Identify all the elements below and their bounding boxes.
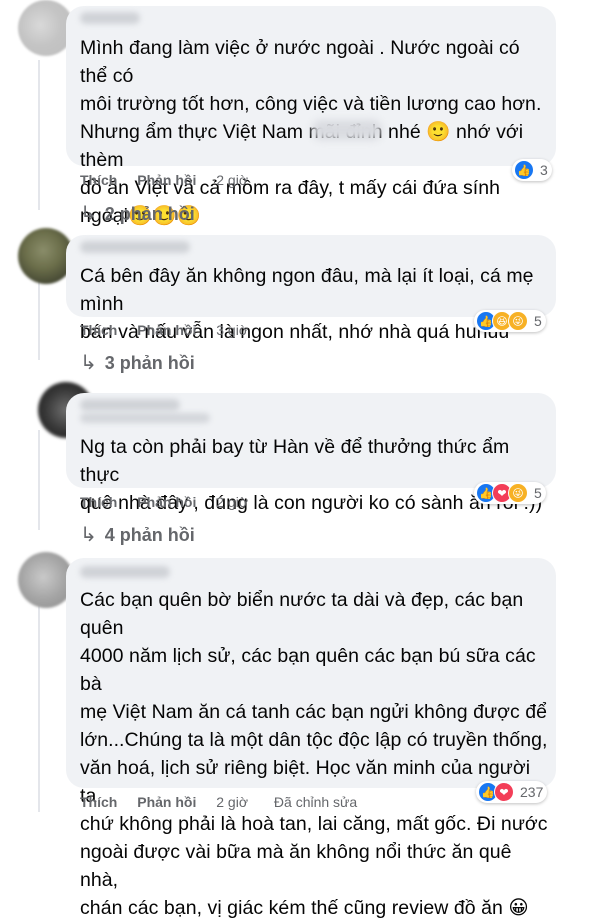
comment-time[interactable]: 2 giờ [216, 172, 248, 188]
comment-actions: Thích Phản hồi 3 giờ [80, 322, 264, 338]
reaction-count: 5 [534, 485, 542, 501]
blurred-text [312, 120, 382, 140]
reaction-summary[interactable]: 👍 ❤ 237 [476, 781, 548, 803]
reply-button[interactable]: Phản hồi [137, 322, 196, 338]
haha-reaction-icon: 😜 [508, 483, 528, 503]
commenter-subtitle [80, 413, 210, 423]
comment-bubble: Các bạn quên bờ biển nước ta dài và đẹp,… [66, 558, 556, 919]
reaction-count: 5 [534, 313, 542, 329]
view-replies-link[interactable]: ↳ 2 phản hồi [80, 201, 195, 226]
comment-time[interactable]: 2 giờ [216, 794, 248, 810]
comment-actions: Thích Phản hồi 2 giờ Đã chỉnh sửa [80, 794, 373, 810]
reply-button[interactable]: Phản hồi [137, 794, 196, 810]
reaction-summary[interactable]: 👍 😆 😜 5 [474, 310, 546, 332]
comment-time[interactable]: 2 giờ [216, 494, 248, 510]
comment-bubble: Ng ta còn phải bay từ Hàn về để thưởng t… [66, 393, 556, 514]
comment-time[interactable]: 3 giờ [216, 322, 248, 338]
thread-line [38, 60, 40, 210]
like-button[interactable]: Thích [80, 172, 117, 188]
like-reaction-icon: 👍 [514, 160, 534, 180]
reaction-count: 237 [520, 784, 544, 800]
thread-line [38, 430, 40, 530]
comment-actions: Thích Phản hồi 2 giờ [80, 494, 264, 510]
reaction-summary[interactable]: 👍 ❤ 😜 5 [474, 482, 546, 504]
reaction-count: 3 [540, 162, 548, 178]
reply-arrow-icon: ↳ [80, 203, 97, 225]
replies-count: 2 phản hồi [104, 204, 195, 224]
commenter-name[interactable] [80, 566, 170, 578]
view-replies-link[interactable]: ↳ 3 phản hồi [80, 350, 195, 375]
comment-text: Các bạn quên bờ biển nước ta dài và đẹp,… [80, 589, 548, 919]
comment-bubble: Cá bên đây ăn không ngon đâu, mà lại ít … [66, 235, 556, 343]
comment-bubble: Mình đang làm việc ở nước ngoài . Nước n… [66, 6, 556, 227]
edited-label[interactable]: Đã chỉnh sửa [274, 794, 357, 810]
commenter-name[interactable] [80, 241, 190, 253]
reply-button[interactable]: Phản hồi [137, 172, 196, 188]
laugh-reaction-icon: 😜 [508, 311, 528, 331]
replies-count: 4 phản hồi [104, 525, 195, 545]
love-reaction-icon: ❤ [494, 782, 514, 802]
view-replies-link[interactable]: ↳ 4 phản hồi [80, 522, 195, 547]
like-button[interactable]: Thích [80, 794, 117, 810]
reply-arrow-icon: ↳ [80, 352, 97, 374]
comment-actions: Thích Phản hồi 2 giờ [80, 172, 264, 188]
commenter-name[interactable] [80, 399, 180, 411]
reply-button[interactable]: Phản hồi [137, 494, 196, 510]
replies-count: 3 phản hồi [104, 353, 195, 373]
commenter-name[interactable] [80, 12, 140, 24]
thread-line [38, 280, 40, 360]
like-button[interactable]: Thích [80, 494, 117, 510]
like-button[interactable]: Thích [80, 322, 117, 338]
reply-arrow-icon: ↳ [80, 524, 97, 546]
thread-line [38, 600, 40, 812]
reaction-summary[interactable]: 👍 3 [512, 159, 552, 181]
